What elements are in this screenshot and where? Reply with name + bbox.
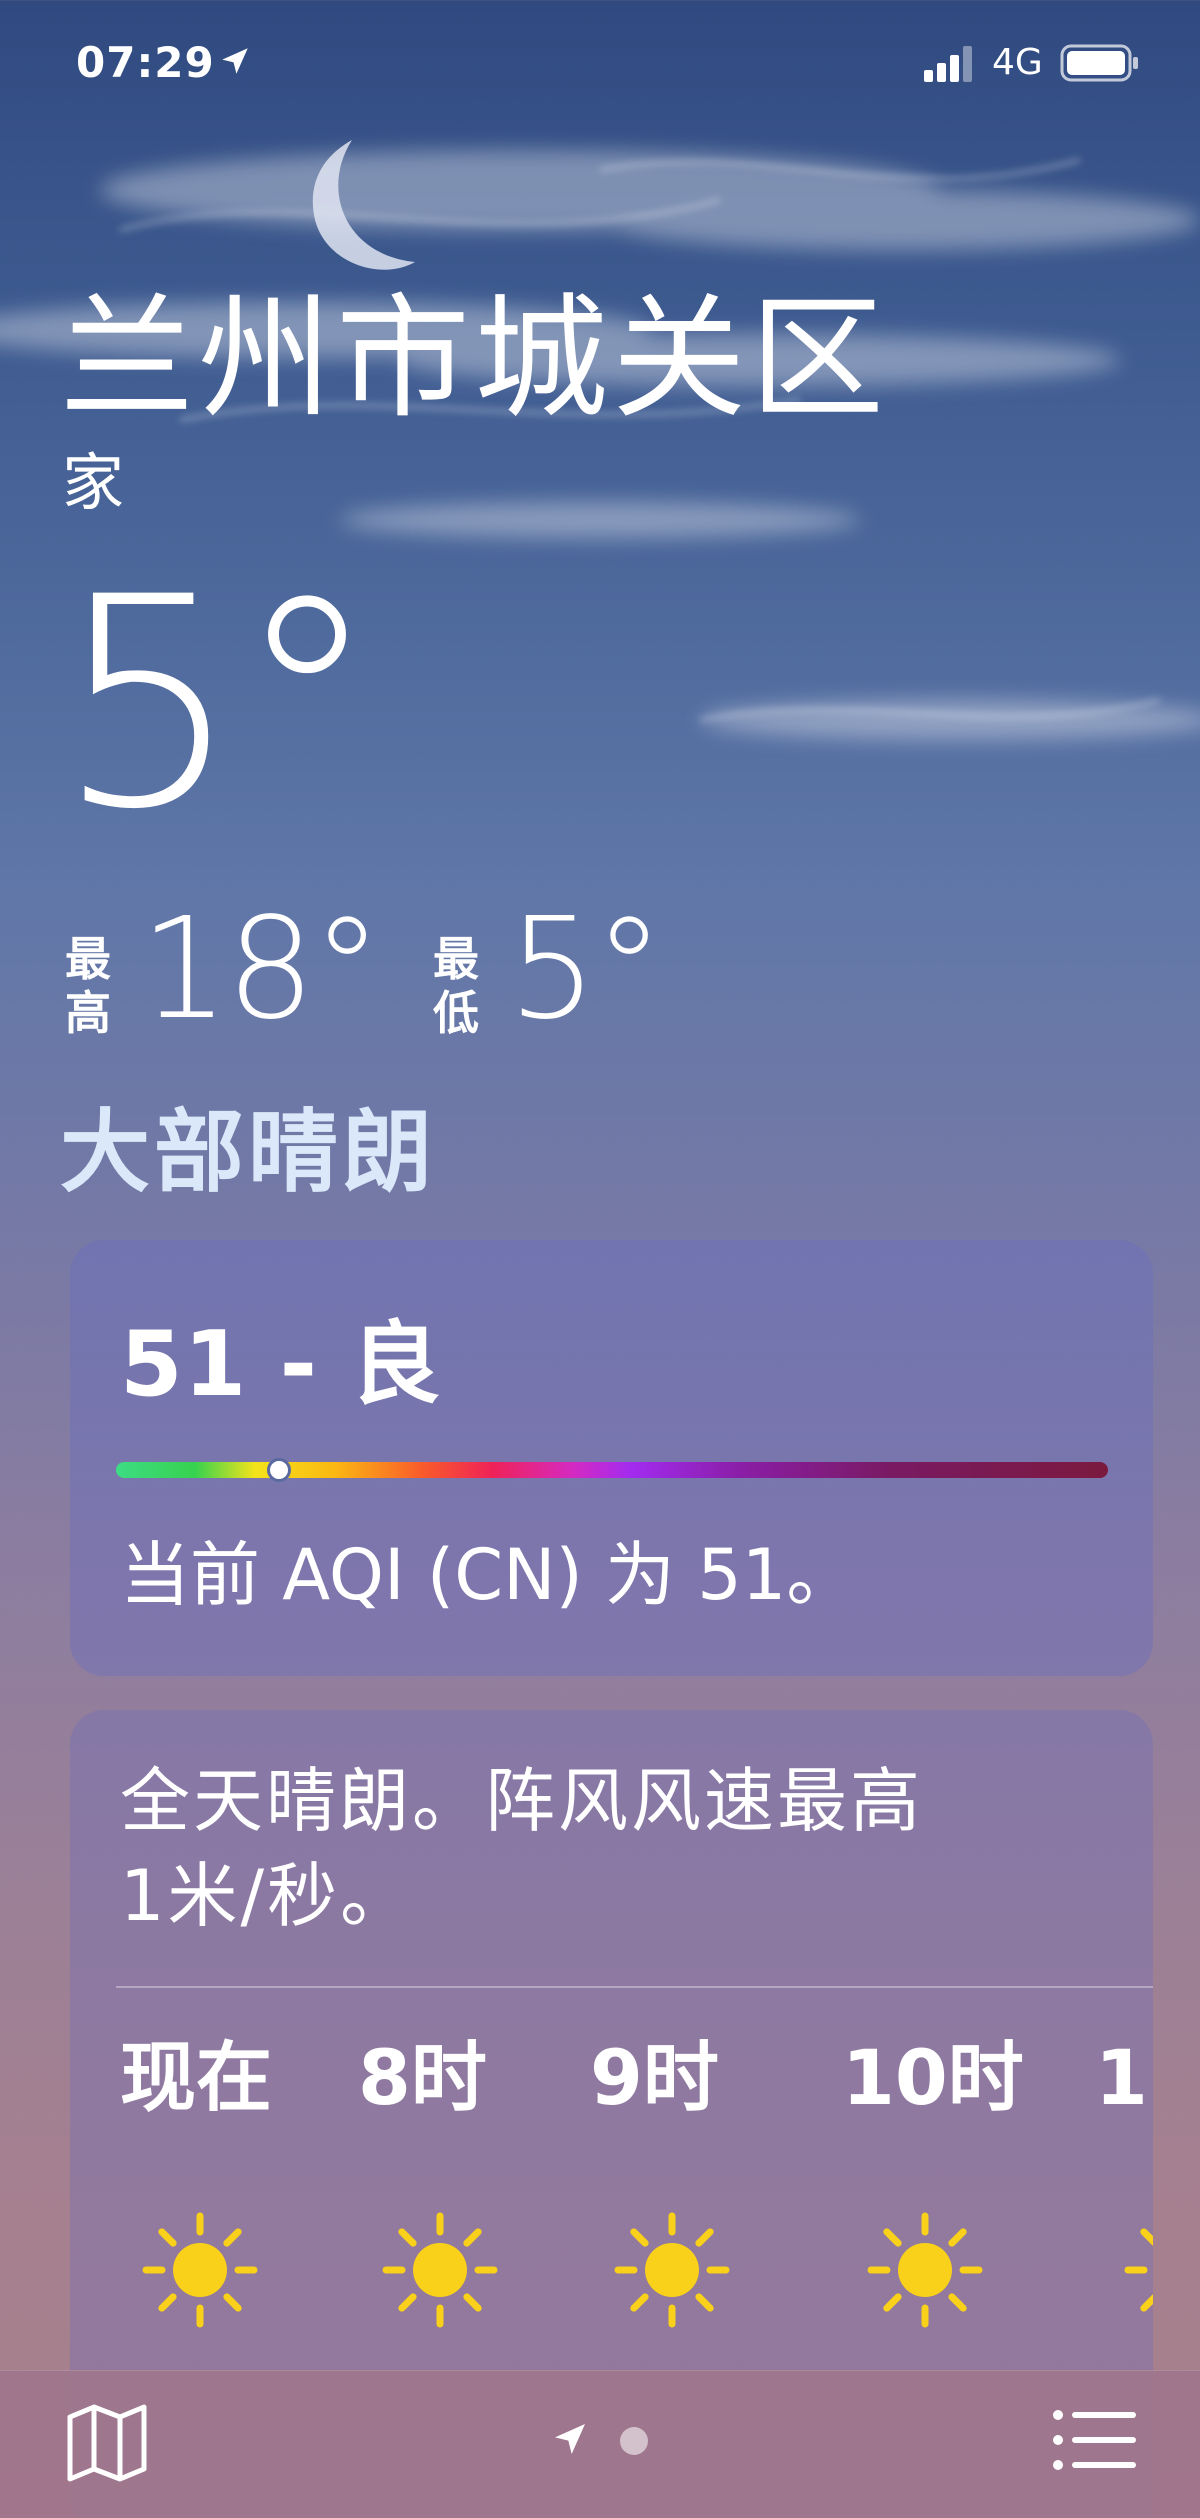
location-arrow-icon — [222, 48, 248, 74]
signal-icon — [924, 46, 972, 82]
low-temperature: 最低 5° — [428, 900, 728, 1060]
high-value: 18° — [140, 888, 382, 1051]
hour-label: 9时 — [590, 2033, 719, 2122]
sun-icon — [867, 2212, 983, 2328]
air-quality-card[interactable]: 51 - 良 当前 AQI (CN) 为 51。 — [70, 1240, 1153, 1676]
low-label: 最低 — [433, 932, 479, 1040]
network-label: 4G — [992, 42, 1043, 83]
sun-icon — [614, 2212, 730, 2328]
battery-icon — [1060, 44, 1138, 82]
bottom-toolbar — [0, 2370, 1200, 2518]
location-arrow-icon[interactable] — [550, 2419, 590, 2459]
high-temperature: 最高 18° — [60, 900, 400, 1060]
forecast-summary: 全天晴朗。阵风风速最高 1米/秒。 — [120, 1760, 923, 1938]
divider — [116, 1986, 1153, 1988]
list-icon[interactable] — [1052, 2407, 1138, 2473]
hour-label: 10时 — [842, 2033, 1024, 2122]
low-value: 5° — [508, 888, 664, 1051]
weather-condition: 大部晴朗 — [60, 1100, 436, 1205]
status-bar: 07:29 4G — [0, 0, 1200, 130]
sun-icon — [142, 2212, 258, 2328]
sun-icon — [1124, 2228, 1153, 2312]
aqi-indicator — [267, 1458, 292, 1482]
city-name: 兰州市城关区 — [60, 281, 889, 437]
high-label: 最高 — [65, 932, 111, 1040]
sun-icon — [382, 2212, 498, 2328]
map-icon[interactable] — [66, 2403, 148, 2483]
aqi-description: 当前 AQI (CN) 为 51。 — [120, 1534, 857, 1616]
hour-label: 8时 — [358, 2033, 487, 2122]
hour-label: 11时 — [1095, 2033, 1153, 2122]
status-time: 07:29 — [76, 38, 215, 87]
page-dot[interactable] — [620, 2427, 648, 2455]
hour-label: 现在 — [120, 2033, 272, 2122]
current-temperature: 5° — [56, 536, 380, 873]
moon-icon — [312, 140, 415, 270]
aqi-scale-bar — [116, 1462, 1108, 1478]
aqi-value: 51 - 良 — [120, 1312, 442, 1417]
location-tag: 家 — [62, 446, 125, 519]
